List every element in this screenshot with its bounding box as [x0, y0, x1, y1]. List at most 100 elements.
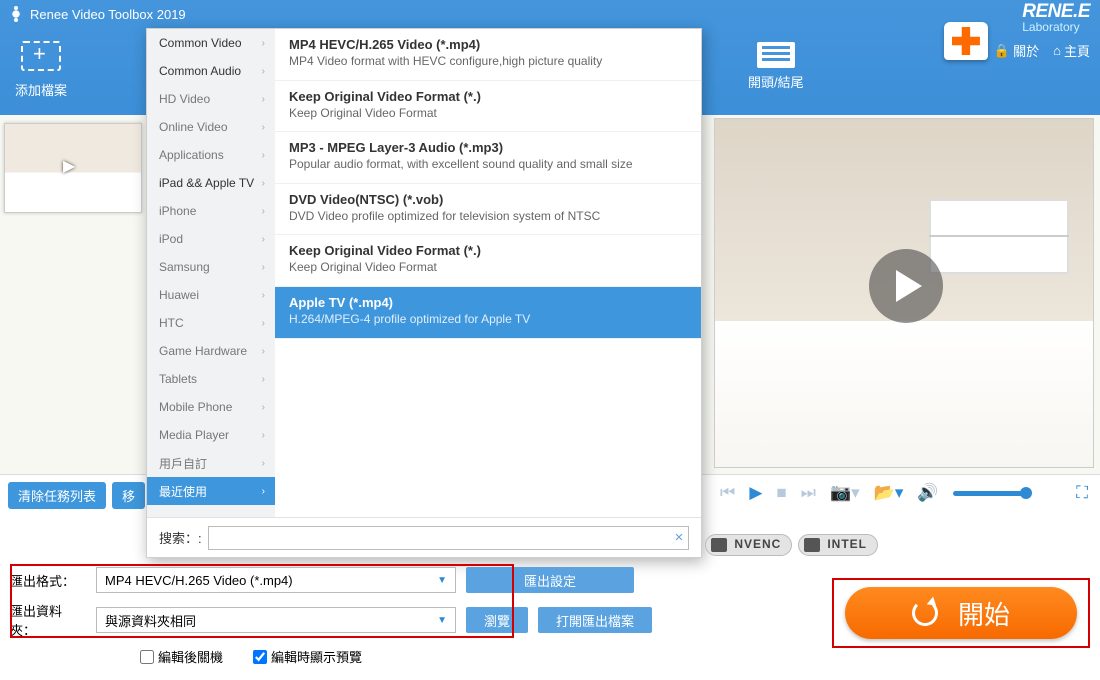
export-format-select[interactable]: MP4 HEVC/H.265 Video (*.mp4) ▼ — [96, 567, 456, 593]
home-link[interactable]: ⌂主頁 — [1053, 41, 1090, 60]
clear-search-icon[interactable]: × — [669, 529, 689, 546]
export-folder-select[interactable]: 與源資料夾相同 ▼ — [96, 607, 456, 633]
category-label: Common Audio — [159, 64, 241, 78]
category-item[interactable]: Samsung› — [147, 253, 275, 281]
category-item[interactable]: Tablets› — [147, 365, 275, 393]
start-button[interactable]: 開始 — [845, 587, 1077, 639]
chevron-right-icon: › — [262, 402, 265, 413]
chevron-right-icon: › — [262, 206, 265, 217]
search-row: 搜索：: × — [147, 517, 701, 557]
chevron-right-icon: › — [262, 178, 265, 189]
move-task-button[interactable]: 移 — [112, 482, 145, 509]
preview-shelf — [929, 199, 1069, 274]
chevron-right-icon: › — [262, 38, 265, 49]
open-export-folder-button[interactable]: 打開匯出檔案 — [538, 607, 652, 633]
format-desc: MP4 Video format with HEVC configure,hig… — [289, 54, 687, 70]
category-item[interactable]: Applications› — [147, 141, 275, 169]
preview-checkbox[interactable]: 編輯時顯示預覽 — [253, 647, 362, 666]
category-label: iPhone — [159, 204, 196, 218]
volume-icon[interactable]: 🔊 — [917, 483, 938, 503]
category-item[interactable]: 用戶自訂› — [147, 449, 275, 477]
browse-button[interactable]: 瀏覽 — [466, 607, 528, 633]
chevron-right-icon: › — [262, 94, 265, 105]
volume-slider[interactable] — [953, 491, 1027, 496]
search-input[interactable] — [208, 526, 689, 550]
category-list: Common Video›Common Audio›HD Video›Onlin… — [147, 29, 275, 517]
category-item[interactable]: Common Video › — [147, 29, 275, 57]
stop-icon[interactable]: ■ — [776, 483, 786, 503]
category-label: Mobile Phone — [159, 400, 232, 414]
format-title: Keep Original Video Format (*.) — [289, 243, 687, 258]
play-button[interactable] — [869, 249, 943, 323]
add-file-label: 添加檔案 — [15, 80, 67, 99]
format-desc: DVD Video profile optimized for televisi… — [289, 209, 687, 225]
category-item[interactable]: iPod› — [147, 225, 275, 253]
chevron-right-icon: › — [262, 346, 265, 357]
category-item[interactable]: Media Player› — [147, 421, 275, 449]
format-desc: Popular audio format, with excellent sou… — [289, 157, 687, 173]
play-icon[interactable]: ▶ — [749, 483, 762, 503]
clear-tasks-button[interactable]: 清除任務列表 — [8, 482, 106, 509]
preview-pane — [714, 118, 1094, 468]
category-label: HD Video — [159, 92, 210, 106]
app-logo-icon — [8, 6, 24, 22]
gpu-nvenc-badge: NVENC — [705, 534, 792, 556]
category-item[interactable]: iPad && Apple TV › — [147, 169, 275, 197]
format-item[interactable]: DVD Video(NTSC) (*.vob)DVD Video profile… — [275, 184, 701, 236]
category-label: iPod — [159, 232, 183, 246]
snapshot-icon[interactable]: 📷▾ — [830, 483, 860, 503]
export-format-label: 匯出格式： — [10, 571, 86, 590]
format-title: MP3 - MPEG Layer-3 Audio (*.mp3) — [289, 140, 687, 155]
head-tail-button[interactable]: 開頭/結尾 — [748, 42, 804, 91]
head-tail-icon — [757, 42, 795, 68]
source-thumbnail[interactable] — [4, 123, 142, 213]
start-label: 開始 — [958, 595, 1010, 632]
task-buttons: 清除任務列表 移 — [8, 482, 145, 509]
add-file-button[interactable]: 添加檔案 — [15, 36, 67, 99]
category-label: 用戶自訂 — [159, 455, 207, 472]
category-item[interactable]: Game Hardware› — [147, 337, 275, 365]
gpu-intel-badge: INTEL — [798, 534, 878, 556]
category-item[interactable]: Online Video› — [147, 113, 275, 141]
category-label: Huawei — [159, 288, 199, 302]
about-link[interactable]: 🔒關於 — [994, 41, 1039, 60]
category-item[interactable]: Mobile Phone › — [147, 393, 275, 421]
next-track-icon[interactable]: ⏭ — [801, 483, 816, 503]
export-form: 匯出格式： MP4 HEVC/H.265 Video (*.mp4) ▼ 匯出設… — [10, 567, 710, 666]
format-title: MP4 HEVC/H.265 Video (*.mp4) — [289, 37, 687, 52]
preview-checkbox-label: 編輯時顯示預覽 — [271, 647, 362, 666]
category-label: 最近使用 — [159, 483, 207, 500]
format-desc: Keep Original Video Format — [289, 106, 687, 122]
chevron-right-icon: › — [262, 150, 265, 161]
category-label: HTC — [159, 316, 184, 330]
category-label: Common Video — [159, 36, 242, 50]
category-label: iPad && Apple TV — [159, 176, 254, 190]
chevron-right-icon: › — [262, 486, 265, 497]
head-tail-label: 開頭/結尾 — [748, 72, 804, 91]
chevron-right-icon: › — [262, 262, 265, 273]
chevron-right-icon: › — [262, 122, 265, 133]
refresh-icon — [912, 600, 938, 626]
brand-area: RENE.E Laboratory 🔒關於 ⌂主頁 — [944, 2, 1090, 60]
format-item[interactable]: MP4 HEVC/H.265 Video (*.mp4) MP4 Video fo… — [275, 29, 701, 81]
chevron-down-icon: ▼ — [437, 615, 447, 626]
export-settings-button[interactable]: 匯出設定 — [466, 567, 634, 593]
format-item[interactable]: MP3 - MPEG Layer-3 Audio (*.mp3) Popular … — [275, 132, 701, 184]
format-item[interactable]: Keep Original Video Format (*.)Keep Orig… — [275, 81, 701, 133]
category-item[interactable]: Common Audio› — [147, 57, 275, 85]
home-label: 主頁 — [1064, 41, 1090, 60]
category-item[interactable]: HD Video › — [147, 85, 275, 113]
fullscreen-icon[interactable]: ⛶ — [1076, 483, 1088, 503]
category-item[interactable]: iPhone › — [147, 197, 275, 225]
shutdown-checkbox[interactable]: 編輯後關機 — [140, 647, 223, 666]
preview-checkbox-input[interactable] — [253, 650, 267, 664]
prev-track-icon[interactable]: ⏮ — [720, 483, 735, 503]
category-item[interactable]: 最近使用 › — [147, 477, 275, 505]
category-item[interactable]: Huawei› — [147, 281, 275, 309]
format-item[interactable]: Apple TV (*.mp4)H.264/MPEG-4 profile opt… — [275, 287, 701, 339]
category-item[interactable]: HTC› — [147, 309, 275, 337]
open-folder-icon[interactable]: 📂▾ — [874, 483, 904, 503]
lock-icon: 🔒 — [994, 43, 1010, 59]
shutdown-checkbox-input[interactable] — [140, 650, 154, 664]
format-item[interactable]: Keep Original Video Format (*.)Keep Orig… — [275, 235, 701, 287]
